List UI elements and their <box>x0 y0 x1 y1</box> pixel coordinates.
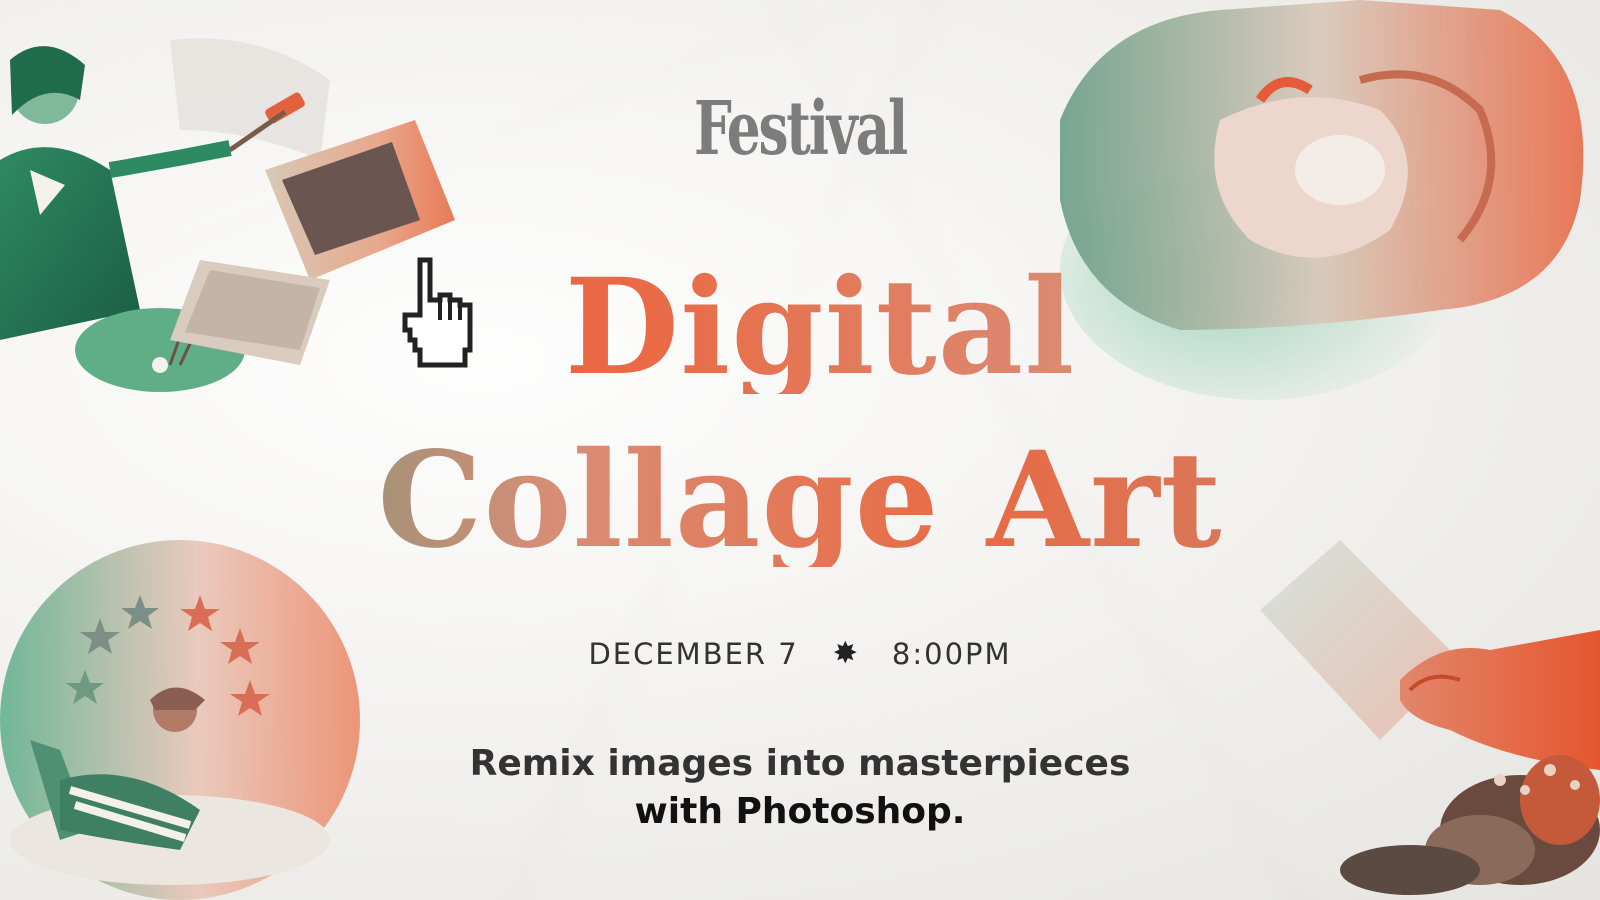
event-description: Remix images into masterpieces with Phot… <box>0 740 1600 836</box>
event-details: DECEMBER 7 ✸ 8:00PM <box>0 636 1600 671</box>
description-line-2: with Photoshop. <box>634 791 966 832</box>
festival-logo: Festival <box>693 86 908 172</box>
title-line-2: Collage Art <box>0 435 1600 567</box>
reclining-figure-stars-collage <box>0 540 380 900</box>
hand-holding-paper-collage <box>1250 540 1600 900</box>
title-line-1: Digital <box>0 262 1600 394</box>
event-date: DECEMBER 7 <box>588 636 799 671</box>
starburst-icon: ✸ <box>832 636 858 671</box>
event-time: 8:00PM <box>891 636 1012 671</box>
description-line-1: Remix images into masterpieces <box>469 743 1131 784</box>
